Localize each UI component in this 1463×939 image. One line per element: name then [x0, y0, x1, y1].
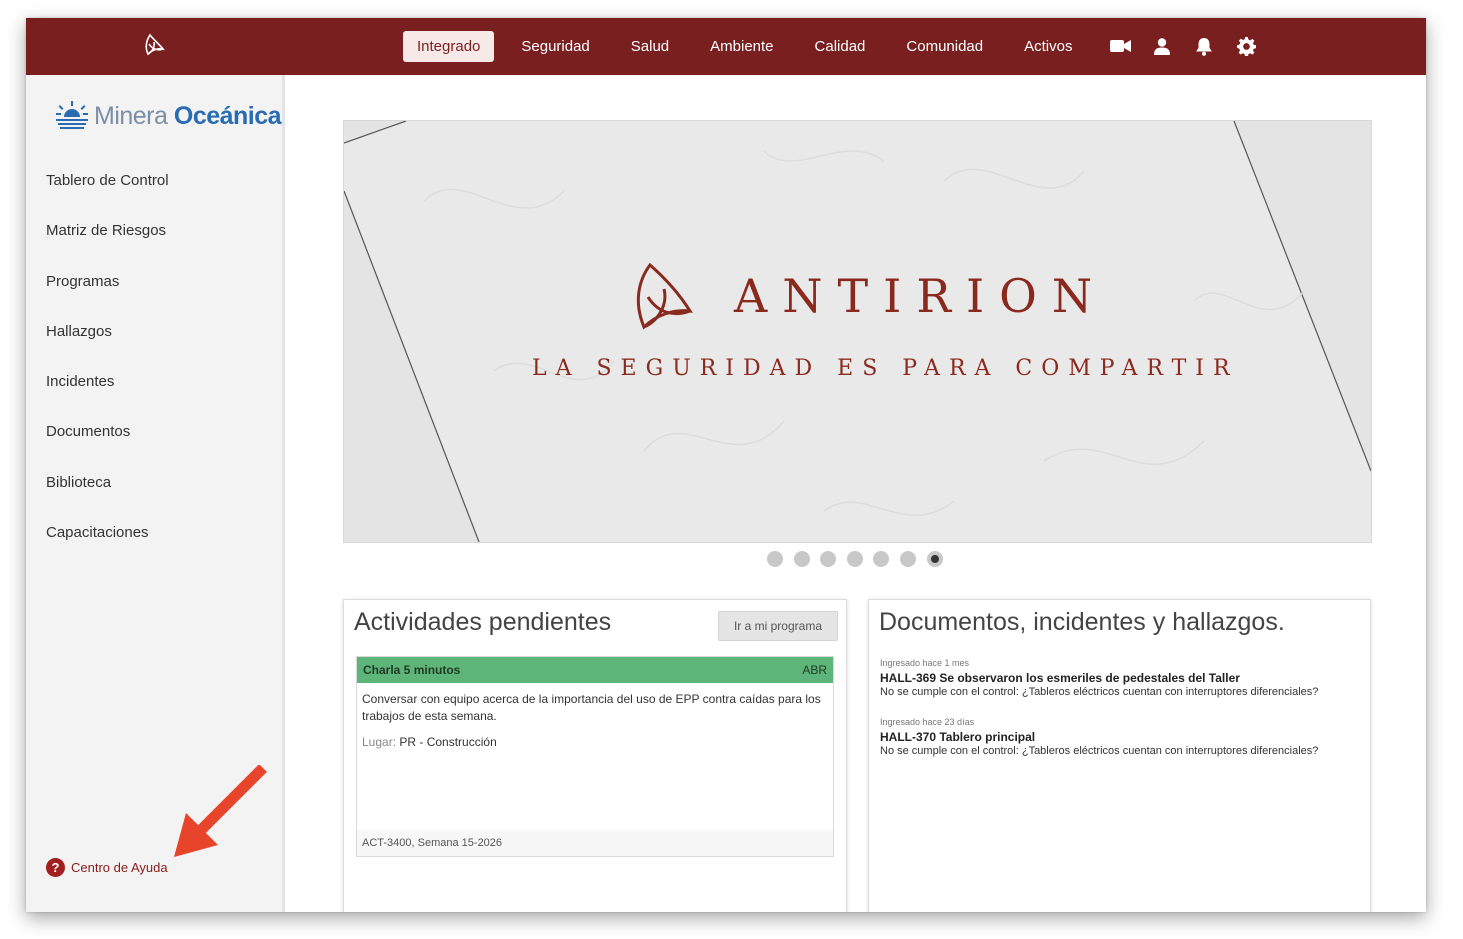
banner-title: ANTIRION [734, 269, 1108, 323]
activity-name: Charla 5 minutos [363, 663, 461, 677]
nav-tab-integrado[interactable]: Integrado [403, 30, 495, 62]
carousel-indicators [767, 551, 953, 567]
banner-background [344, 121, 1371, 542]
sidebar-item-capacitaciones[interactable]: Capacitaciones [46, 523, 169, 573]
activity-place-value: PR - Construcción [399, 735, 497, 749]
nav-tab-activos[interactable]: Activos [1010, 31, 1086, 62]
carousel-dot-1[interactable] [767, 551, 783, 567]
carousel-dot-3[interactable] [820, 551, 837, 567]
nav-tab-seguridad[interactable]: Seguridad [507, 31, 603, 62]
carousel-dot-2[interactable] [793, 551, 810, 567]
company-name-light: Minera [94, 101, 168, 130]
company-logo[interactable]: Minera Oceánica [56, 101, 282, 131]
pending-activities-card: Actividades pendientes Ir a mi programa … [343, 599, 847, 912]
sidebar-item-matriz-de-riesgos[interactable]: Matriz de Riesgos [46, 221, 169, 271]
sidebar-item-programas[interactable]: Programas [46, 272, 169, 322]
sidebar-item-biblioteca[interactable]: Biblioteca [46, 473, 169, 523]
help-center-label: Centro de Ayuda [71, 860, 168, 875]
document-item[interactable]: Ingresado hace 1 mes HALL-369 Se observa… [880, 658, 1360, 698]
document-item[interactable]: Ingresado hace 23 días HALL-370 Tablero … [880, 717, 1360, 757]
company-name: Minera Oceánica [94, 101, 282, 131]
main-nav: Integrado Seguridad Salud Ambiente Calid… [403, 29, 1267, 63]
question-circle-icon: ? [46, 858, 65, 877]
documents-card: Documentos, incidentes y hallazgos. Ingr… [868, 599, 1371, 912]
activity-place: Lugar: PR - Construcción [357, 725, 833, 749]
sidebar-item-hallazgos[interactable]: Hallazgos [46, 322, 169, 372]
user-icon[interactable] [1151, 35, 1173, 57]
antirion-logo-icon[interactable] [140, 32, 166, 58]
activity-item[interactable]: Charla 5 minutos ABR Conversar con equip… [356, 656, 834, 857]
company-name-bold: Oceánica [173, 101, 282, 130]
carousel-dot-4[interactable] [846, 551, 863, 567]
pending-activities-title: Actividades pendientes [354, 608, 612, 636]
nav-tab-calidad[interactable]: Calidad [801, 31, 880, 62]
video-camera-icon[interactable] [1109, 35, 1131, 57]
carousel-dot-7-active[interactable] [926, 551, 943, 567]
sidebar-menu: Tablero de Control Matriz de Riesgos Pro… [46, 171, 169, 573]
carousel-dot-5[interactable] [873, 551, 890, 567]
banner-carousel[interactable]: ANTIRION LA SEGURIDAD ES PARA COMPARTIR [343, 120, 1372, 543]
activity-month: ABR [802, 663, 827, 677]
document-meta: Ingresado hace 1 mes [880, 658, 970, 668]
activity-description: Conversar con equipo acerca de la import… [362, 692, 821, 723]
activity-footer: ACT-3400, Semana 15-2026 [357, 830, 833, 856]
banner-subtitle: LA SEGURIDAD ES PARA COMPARTIR [532, 356, 1239, 381]
activity-header: Charla 5 minutos ABR [357, 657, 833, 683]
activity-place-label: Lugar: [362, 735, 397, 749]
bell-icon[interactable] [1193, 35, 1215, 57]
document-title: HALL-369 Se observaron los esmeriles de … [880, 671, 1240, 685]
sidebar: Minera Oceánica Tablero de Control Matri… [26, 75, 285, 912]
nav-tab-salud[interactable]: Salud [617, 31, 683, 62]
document-description: No se cumple con el control: ¿Tableros e… [880, 686, 1319, 698]
documents-title: Documentos, incidentes y hallazgos. [879, 608, 1285, 636]
app-window: Integrado Seguridad Salud Ambiente Calid… [26, 18, 1426, 912]
gear-icon[interactable] [1235, 35, 1257, 57]
carousel-dot-6[interactable] [899, 551, 916, 567]
nav-tab-comunidad[interactable]: Comunidad [892, 31, 997, 62]
document-description: No se cumple con el control: ¿Tableros e… [880, 745, 1319, 757]
sidebar-item-tablero-de-control[interactable]: Tablero de Control [46, 171, 169, 221]
sidebar-item-incidentes[interactable]: Incidentes [46, 372, 169, 422]
go-to-program-button[interactable]: Ir a mi programa [717, 611, 838, 641]
sunrise-icon [56, 101, 88, 129]
document-meta: Ingresado hace 23 días [880, 717, 975, 727]
document-title: HALL-370 Tablero principal [880, 730, 1036, 744]
antirion-emblem-icon [636, 262, 693, 330]
red-arrow-annotation-icon [174, 765, 267, 857]
top-navigation-bar: Integrado Seguridad Salud Ambiente Calid… [26, 18, 1426, 75]
sidebar-item-documentos[interactable]: Documentos [46, 422, 169, 472]
nav-tab-ambiente[interactable]: Ambiente [696, 31, 787, 62]
help-center-link[interactable]: ? Centro de Ayuda [46, 858, 168, 877]
